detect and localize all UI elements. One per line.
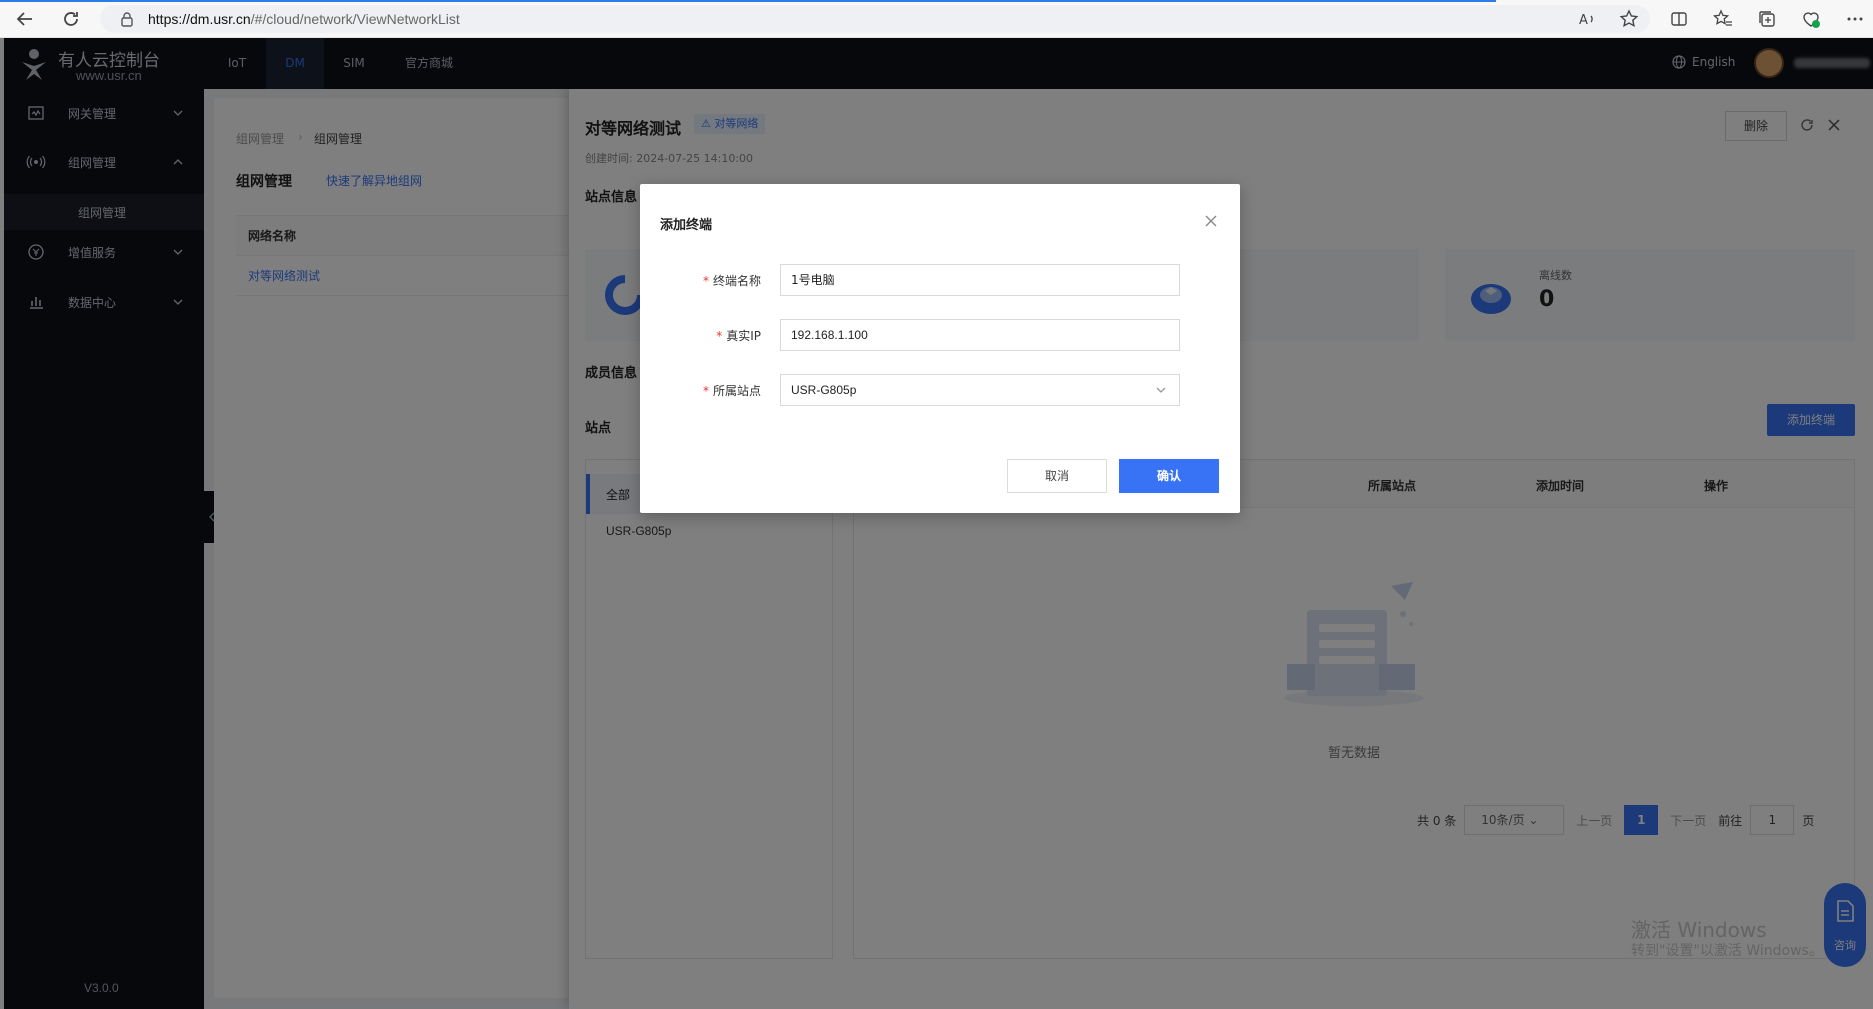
collections-icon[interactable] bbox=[1756, 8, 1778, 30]
add-terminal-dialog: 添加终端 * 终端名称 1号电脑 * 真实IP 192.168.1.100 * 所属站… bbox=[640, 184, 1240, 513]
more-menu-icon[interactable] bbox=[1844, 8, 1866, 30]
read-aloud-icon[interactable]: A bbox=[1576, 8, 1598, 30]
terminal-name-input[interactable]: 1号电脑 bbox=[780, 264, 1180, 296]
page-load-progress bbox=[0, 0, 1496, 2]
favorites-icon[interactable] bbox=[1712, 8, 1734, 30]
browser-essentials-icon[interactable] bbox=[1800, 8, 1822, 30]
address-bar[interactable]: https://dm.usr.cn/#/cloud/network/ViewNe… bbox=[100, 5, 1650, 33]
required-mark: * bbox=[702, 384, 709, 398]
required-mark: * bbox=[702, 274, 709, 288]
reload-icon[interactable] bbox=[60, 8, 82, 30]
real-ip-label-text: 真实IP bbox=[726, 329, 761, 343]
site-label-text: 所属站点 bbox=[712, 384, 761, 398]
cancel-button[interactable]: 取消 bbox=[1007, 459, 1107, 493]
required-mark: * bbox=[716, 329, 723, 343]
terminal-name-label: * 终端名称 bbox=[640, 272, 761, 289]
url-text: https://dm.usr.cn/#/cloud/network/ViewNe… bbox=[148, 11, 460, 27]
svg-text:A: A bbox=[1579, 13, 1588, 28]
confirm-button[interactable]: 确认 bbox=[1119, 459, 1219, 493]
real-ip-label: * 真实IP bbox=[640, 327, 761, 344]
site-select[interactable]: USR-G805p bbox=[780, 374, 1180, 406]
back-icon[interactable] bbox=[14, 8, 36, 30]
close-icon[interactable] bbox=[1204, 214, 1218, 228]
favorite-star-icon[interactable] bbox=[1618, 8, 1640, 30]
form-row-terminal-name: * 终端名称 1号电脑 bbox=[640, 264, 1240, 296]
lock-icon bbox=[120, 11, 134, 27]
form-row-site: * 所属站点 USR-G805p bbox=[640, 374, 1240, 406]
form-row-real-ip: * 真实IP 192.168.1.100 bbox=[640, 319, 1240, 351]
chevron-down-icon[interactable] bbox=[1155, 384, 1167, 396]
site-label: * 所属站点 bbox=[640, 382, 761, 399]
split-screen-icon[interactable] bbox=[1668, 8, 1690, 30]
browser-toolbar: https://dm.usr.cn/#/cloud/network/ViewNe… bbox=[0, 0, 1873, 38]
terminal-name-label-text: 终端名称 bbox=[712, 274, 761, 288]
dialog-title: 添加终端 bbox=[660, 218, 713, 233]
real-ip-input[interactable]: 192.168.1.100 bbox=[780, 319, 1180, 351]
